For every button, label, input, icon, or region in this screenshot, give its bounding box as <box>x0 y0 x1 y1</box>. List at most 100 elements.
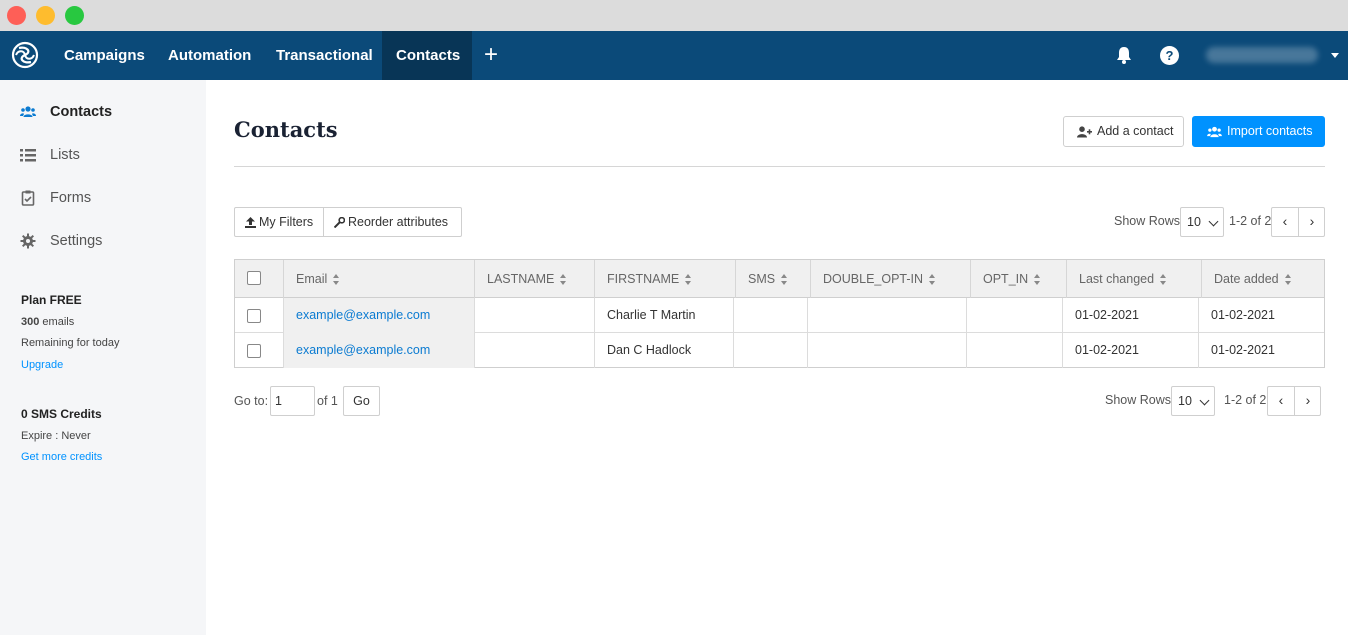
upgrade-link[interactable]: Upgrade <box>21 359 63 371</box>
users-icon <box>20 106 36 117</box>
rows-per-page-select[interactable]: 10 <box>1180 207 1224 237</box>
sidebar: Contacts Lists Forms Settings Plan FREE … <box>0 80 206 635</box>
column-header-lastname[interactable]: LASTNAME <box>475 260 595 298</box>
import-contacts-label: Import contacts <box>1227 124 1313 138</box>
chevron-down-icon <box>1199 395 1210 406</box>
brand-logo-icon[interactable] <box>10 40 40 70</box>
nav-contacts[interactable]: Contacts <box>382 31 472 80</box>
users-icon <box>1207 126 1222 137</box>
plan-emails-count: 300 <box>21 316 40 328</box>
column-header-last-changed[interactable]: Last changed <box>1067 260 1202 298</box>
minimize-window-button[interactable] <box>36 6 55 25</box>
column-label: Last changed <box>1079 272 1155 286</box>
table-row[interactable]: example@example.com Dan C Hadlock 01-02-… <box>235 333 1324 368</box>
sidebar-item-label: Forms <box>50 190 92 206</box>
sort-icon <box>1284 274 1292 286</box>
nav-automation[interactable]: Automation <box>154 31 265 80</box>
filter-separator <box>323 208 324 236</box>
cell-firstname: Dan C Hadlock <box>595 333 734 368</box>
column-header-opt-in[interactable]: OPT_IN <box>971 260 1067 298</box>
cell-lastname <box>475 333 595 368</box>
column-header-sms[interactable]: SMS <box>736 260 811 298</box>
add-menu-plus-icon[interactable]: + <box>484 31 498 80</box>
row-checkbox[interactable] <box>247 309 261 323</box>
column-label: OPT_IN <box>983 272 1029 286</box>
next-page-button[interactable]: › <box>1295 387 1321 415</box>
sort-icon <box>781 274 788 286</box>
cell-date-added: 01-02-2021 <box>1211 343 1275 357</box>
prev-page-button[interactable]: ‹ <box>1268 387 1294 415</box>
help-icon[interactable]: ? <box>1160 46 1179 65</box>
account-dropdown-caret-icon[interactable] <box>1331 53 1339 58</box>
cell-double-opt-in <box>808 333 967 368</box>
list-icon <box>20 149 36 162</box>
cell-last-changed: 01-02-2021 <box>1063 333 1199 368</box>
account-name-blurred[interactable] <box>1206 47 1318 63</box>
rows-per-page-value: 10 <box>1178 394 1192 408</box>
next-page-button[interactable]: › <box>1299 208 1325 236</box>
table-header: Email LASTNAME FIRSTNAME SMS DOUBLE_OPT-… <box>235 260 1324 298</box>
select-all-checkbox[interactable] <box>247 271 261 285</box>
row-select-cell <box>235 298 284 333</box>
cell-opt-in <box>967 298 1063 333</box>
nav-campaigns[interactable]: Campaigns <box>50 31 159 80</box>
column-header-date-added[interactable]: Date added <box>1202 260 1324 298</box>
cell-last-changed: 01-02-2021 <box>1063 298 1199 333</box>
column-label: SMS <box>748 272 776 286</box>
pagination-top: Show Rows: 10 1-2 of 2 ‹ › <box>1114 207 1325 237</box>
notifications-bell-icon[interactable] <box>1114 45 1134 65</box>
show-rows-label: Show Rows: <box>1105 393 1175 407</box>
cell-email[interactable]: example@example.com <box>284 298 475 333</box>
user-plus-icon <box>1077 126 1092 138</box>
sort-icon <box>929 274 936 286</box>
sidebar-item-label: Settings <box>50 233 103 249</box>
cell-lastname <box>475 298 595 333</box>
get-more-credits-link[interactable]: Get more credits <box>21 451 102 463</box>
maximize-window-button[interactable] <box>65 6 84 25</box>
import-contacts-button[interactable]: Import contacts <box>1192 116 1325 147</box>
reorder-attributes-button[interactable]: Reorder attributes <box>333 208 449 236</box>
page-nav-buttons: ‹ › <box>1271 207 1325 237</box>
row-checkbox[interactable] <box>247 344 261 358</box>
window-titlebar <box>0 0 1348 31</box>
page-range: 1-2 of 2 <box>1224 393 1267 407</box>
column-label: DOUBLE_OPT-IN <box>823 272 924 286</box>
goto-page-input[interactable]: 1 <box>270 386 315 416</box>
column-label: FIRSTNAME <box>607 272 680 286</box>
contacts-table: Email LASTNAME FIRSTNAME SMS DOUBLE_OPT-… <box>234 259 1325 368</box>
column-label: Date added <box>1214 272 1279 286</box>
row-select-cell <box>235 333 284 368</box>
cell-double-opt-in <box>808 298 967 333</box>
rows-per-page-value: 10 <box>1187 215 1201 229</box>
close-window-button[interactable] <box>7 6 26 25</box>
cell-date-added: 01-02-2021 <box>1211 308 1275 322</box>
cell-sms <box>734 298 808 333</box>
column-header-email[interactable]: Email <box>284 260 475 298</box>
of-pages-label: of 1 <box>317 394 338 408</box>
column-header-double-opt-in[interactable]: DOUBLE_OPT-IN <box>811 260 971 298</box>
sort-icon <box>333 274 340 286</box>
reorder-attributes-label: Reorder attributes <box>348 215 449 229</box>
upload-icon <box>245 217 256 229</box>
top-navigation: Campaigns Automation Transactional Conta… <box>0 31 1348 80</box>
sort-icon <box>1034 274 1041 286</box>
sort-icon <box>685 274 692 286</box>
rows-per-page-select[interactable]: 10 <box>1171 386 1215 416</box>
add-contact-button[interactable]: Add a contact <box>1063 116 1184 147</box>
column-header-firstname[interactable]: FIRSTNAME <box>595 260 736 298</box>
pagination-bottom: Show Rows: 10 1-2 of 2 ‹ › <box>1105 386 1321 416</box>
cell-email[interactable]: example@example.com <box>284 333 475 368</box>
sms-credits-title: 0 SMS Credits <box>21 407 102 421</box>
sidebar-item-label: Lists <box>50 147 80 163</box>
go-button[interactable]: Go <box>343 386 380 416</box>
gear-icon <box>20 233 36 249</box>
prev-page-button[interactable]: ‹ <box>1272 208 1298 236</box>
cell-sms <box>734 333 808 368</box>
my-filters-button[interactable]: My Filters <box>245 208 313 236</box>
nav-transactional[interactable]: Transactional <box>262 31 387 80</box>
column-label: LASTNAME <box>487 272 555 286</box>
table-row[interactable]: example@example.com Charlie T Martin 01-… <box>235 298 1324 333</box>
cell-firstname: Charlie T Martin <box>595 298 734 333</box>
sms-expire: Expire : Never <box>21 430 91 442</box>
chevron-down-icon <box>1208 216 1219 227</box>
